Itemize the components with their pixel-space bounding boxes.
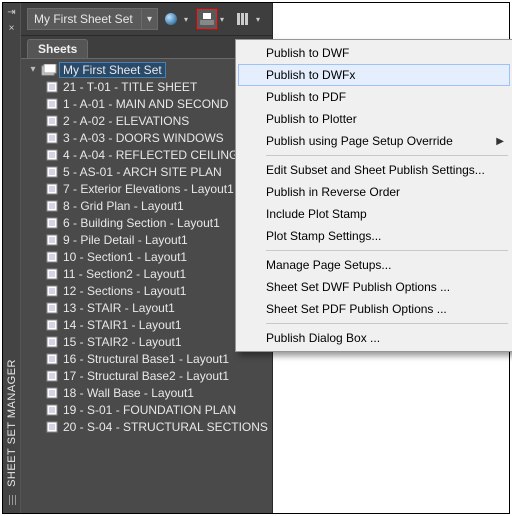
sheet-label: 13 - STAIR - Layout1 bbox=[63, 301, 175, 315]
sheet-icon bbox=[45, 165, 61, 179]
sheet-icon bbox=[45, 369, 61, 383]
chevron-down-icon: ▾ bbox=[253, 9, 263, 29]
sheet-icon bbox=[45, 114, 61, 128]
sheet-label: 19 - S-01 - FOUNDATION PLAN bbox=[63, 403, 236, 417]
sheet-label: 7 - Exterior Elevations - Layout1 bbox=[63, 182, 234, 196]
sheet-label: 3 - A-03 - DOORS WINDOWS bbox=[63, 131, 224, 145]
menu-publish-pdf[interactable]: Publish to PDF bbox=[238, 86, 510, 108]
app-frame: ⇥ × SHEET SET MANAGER My First Sheet Set… bbox=[2, 2, 510, 514]
sheet-label: 10 - Section1 - Layout1 bbox=[63, 250, 187, 264]
sheet-label: 15 - STAIR2 - Layout1 bbox=[63, 335, 182, 349]
sheet-icon bbox=[45, 182, 61, 196]
sheet-label: 21 - T-01 - TITLE SHEET bbox=[63, 80, 197, 94]
submenu-arrow-icon: ▶ bbox=[496, 136, 504, 147]
sheet-icon bbox=[45, 199, 61, 213]
menu-edit-subset-settings[interactable]: Edit Subset and Sheet Publish Settings..… bbox=[238, 159, 510, 181]
sheet-label: 1 - A-01 - MAIN AND SECOND bbox=[63, 97, 228, 111]
chevron-down-icon: ▾ bbox=[181, 9, 191, 29]
sheet-label: 17 - Structural Base2 - Layout1 bbox=[63, 369, 229, 383]
view-options-button[interactable]: ▾ bbox=[232, 8, 254, 30]
menu-publish-plotter[interactable]: Publish to Plotter bbox=[238, 108, 510, 130]
menu-include-plot-stamp[interactable]: Include Plot Stamp bbox=[238, 203, 510, 225]
menu-publish-dwf[interactable]: Publish to DWF bbox=[238, 42, 510, 64]
sheet-label: 8 - Grid Plan - Layout1 bbox=[63, 199, 184, 213]
menu-manage-page-setups[interactable]: Manage Page Setups... bbox=[238, 254, 510, 276]
sheet-label: 16 - Structural Base1 - Layout1 bbox=[63, 352, 229, 366]
sheet-item[interactable]: 18 - Wall Base - Layout1 bbox=[21, 384, 272, 401]
menu-pdf-publish-options[interactable]: Sheet Set PDF Publish Options ... bbox=[238, 298, 510, 320]
sheet-icon bbox=[45, 267, 61, 281]
chevron-down-icon: ▾ bbox=[217, 9, 227, 29]
sheet-set-icon bbox=[41, 63, 57, 77]
sheet-set-dropdown[interactable]: My First Sheet Set ▾ bbox=[27, 8, 158, 30]
panel-toolbar: My First Sheet Set ▾ ▾ ▾ ▾ bbox=[21, 3, 272, 36]
sheet-icon bbox=[45, 352, 61, 366]
sheet-label: 6 - Building Section - Layout1 bbox=[63, 216, 220, 230]
sheet-label: 20 - S-04 - STRUCTURAL SECTIONS bbox=[63, 420, 268, 434]
sheet-label: 4 - A-04 - REFLECTED CEILING bbox=[63, 148, 238, 162]
menu-plot-stamp-settings[interactable]: Plot Stamp Settings... bbox=[238, 225, 510, 247]
navigate-button[interactable]: ▾ bbox=[160, 8, 182, 30]
sheet-icon bbox=[45, 284, 61, 298]
chevron-down-icon: ▾ bbox=[141, 9, 157, 29]
sheet-item[interactable]: 17 - Structural Base2 - Layout1 bbox=[21, 367, 272, 384]
sheet-icon bbox=[45, 233, 61, 247]
sheet-icon bbox=[45, 216, 61, 230]
sheet-item[interactable]: 20 - S-04 - STRUCTURAL SECTIONS bbox=[21, 418, 272, 435]
menu-separator bbox=[266, 155, 508, 156]
sheet-icon bbox=[45, 335, 61, 349]
menu-publish-page-setup-override[interactable]: Publish using Page Setup Override ▶ bbox=[238, 130, 510, 152]
sheet-label: 11 - Section2 - Layout1 bbox=[63, 267, 186, 281]
tab-sheets[interactable]: Sheets bbox=[27, 39, 88, 58]
vertical-titlebar: ⇥ × SHEET SET MANAGER bbox=[3, 3, 21, 513]
menu-publish-dialog[interactable]: Publish Dialog Box ... bbox=[238, 327, 510, 349]
menu-dwf-publish-options[interactable]: Sheet Set DWF Publish Options ... bbox=[238, 276, 510, 298]
sheet-item[interactable]: 16 - Structural Base1 - Layout1 bbox=[21, 350, 272, 367]
close-panel-icon[interactable]: × bbox=[9, 23, 15, 35]
sheet-icon bbox=[45, 403, 61, 417]
menu-separator bbox=[266, 323, 508, 324]
sheet-icon bbox=[45, 318, 61, 332]
sheet-set-dropdown-value: My First Sheet Set bbox=[28, 12, 141, 26]
drag-handle-icon[interactable] bbox=[6, 493, 18, 507]
sheet-icon bbox=[45, 148, 61, 162]
sheet-icon bbox=[45, 80, 61, 94]
menu-separator bbox=[266, 250, 508, 251]
sheet-icon bbox=[45, 301, 61, 315]
sheet-icon bbox=[45, 250, 61, 264]
menu-reverse-order[interactable]: Publish in Reverse Order bbox=[238, 181, 510, 203]
publish-context-menu: Publish to DWF Publish to DWFx Publish t… bbox=[235, 39, 512, 352]
sheet-label: 12 - Sections - Layout1 bbox=[63, 284, 186, 298]
sheet-label: 18 - Wall Base - Layout1 bbox=[63, 386, 194, 400]
sheet-item[interactable]: 19 - S-01 - FOUNDATION PLAN bbox=[21, 401, 272, 418]
tree-root-label: My First Sheet Set bbox=[59, 62, 166, 78]
sheet-label: 2 - A-02 - ELEVATIONS bbox=[63, 114, 189, 128]
sheet-label: 14 - STAIR1 - Layout1 bbox=[63, 318, 182, 332]
collapse-icon[interactable]: ▾ bbox=[27, 64, 39, 75]
sheet-label: 5 - AS-01 - ARCH SITE PLAN bbox=[63, 165, 222, 179]
sheet-icon bbox=[45, 386, 61, 400]
sheet-icon bbox=[45, 131, 61, 145]
publish-button[interactable]: ▾ bbox=[196, 8, 218, 30]
menu-publish-dwfx[interactable]: Publish to DWFx bbox=[238, 64, 510, 86]
autohide-toggle-icon[interactable]: ⇥ bbox=[7, 7, 15, 19]
sheet-icon bbox=[45, 420, 61, 434]
sheet-icon bbox=[45, 97, 61, 111]
panel-title: SHEET SET MANAGER bbox=[6, 359, 18, 487]
sheet-label: 9 - Pile Detail - Layout1 bbox=[63, 233, 188, 247]
